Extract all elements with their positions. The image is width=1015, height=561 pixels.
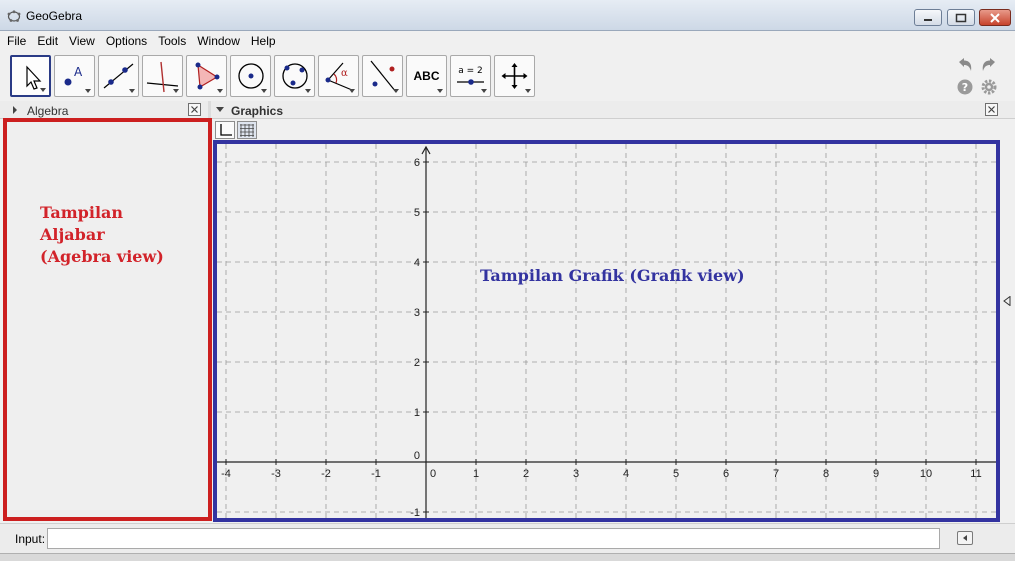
maximize-button[interactable] xyxy=(947,9,975,26)
graphics-view-header: Graphics xyxy=(211,101,1015,119)
svg-text:a = 2: a = 2 xyxy=(458,66,483,76)
coordinate-plane[interactable]: -4 -3 -2 -1 0 1 2 3 4 5 6 7 8 9 10 11 -1 0 1 2 3 4 5 6 xyxy=(217,144,996,518)
close-icon xyxy=(191,106,198,113)
toolbar: A α ABC a = 2 ? xyxy=(0,50,1015,100)
x-tick-label: 2 xyxy=(523,468,529,480)
x-tick-label: 11 xyxy=(970,468,981,480)
y-tick-label: 5 xyxy=(414,207,420,219)
title-bar: GeoGebra xyxy=(0,0,1015,31)
grid-icon xyxy=(240,124,254,137)
x-tick-label: 0 xyxy=(430,468,436,480)
text-icon: ABC xyxy=(413,69,440,83)
collapse-triangle-icon[interactable] xyxy=(216,107,224,113)
circle-three-points-tool[interactable] xyxy=(274,55,315,97)
x-tick-label: -2 xyxy=(321,468,331,480)
point-tool[interactable]: A xyxy=(54,55,95,97)
move-tool[interactable] xyxy=(10,55,51,97)
x-tick-label: -1 xyxy=(371,468,381,480)
menu-view[interactable]: View xyxy=(67,34,97,48)
graphics-close-button[interactable] xyxy=(985,103,998,116)
x-tick-label: 3 xyxy=(573,468,579,480)
x-tick-label: 10 xyxy=(920,468,932,480)
x-tick-label: 7 xyxy=(773,468,779,480)
y-tick-label: -1 xyxy=(410,507,420,518)
algebra-view-title: Algebra xyxy=(27,104,69,118)
svg-text:A: A xyxy=(74,65,83,79)
annotation-line: Tampilan xyxy=(40,203,124,222)
window-title: GeoGebra xyxy=(26,9,83,23)
input-field[interactable] xyxy=(47,528,940,549)
reflect-tool[interactable] xyxy=(362,55,403,97)
show-axes-toggle[interactable] xyxy=(215,121,235,139)
redo-icon[interactable] xyxy=(980,56,998,74)
close-icon xyxy=(988,106,995,113)
y-tick-label: 6 xyxy=(414,157,420,169)
input-label: Input: xyxy=(15,532,46,546)
annotation-line: Aljabar xyxy=(40,225,105,244)
window-bottom-edge xyxy=(0,553,1015,561)
text-tool[interactable]: ABC xyxy=(406,55,447,97)
geogebra-logo-icon xyxy=(7,10,21,22)
menu-help[interactable]: Help xyxy=(249,34,278,48)
input-bar: Input: xyxy=(0,523,1015,553)
menu-bar: File Edit View Options Tools Window Help xyxy=(0,31,1015,50)
y-tick-label: 2 xyxy=(414,357,420,369)
perpendicular-line-tool[interactable] xyxy=(142,55,183,97)
menu-edit[interactable]: Edit xyxy=(35,34,60,48)
menu-options[interactable]: Options xyxy=(104,34,149,48)
x-tick-label: 1 xyxy=(473,468,479,480)
x-tick-label: 8 xyxy=(823,468,829,480)
x-tick-label: 5 xyxy=(673,468,679,480)
polygon-tool[interactable] xyxy=(186,55,227,97)
algebra-view[interactable] xyxy=(3,118,212,521)
circle-tool[interactable] xyxy=(230,55,271,97)
algebra-view-annotation: Tampilan Aljabar (Agebra view) xyxy=(40,202,164,268)
algebra-close-button[interactable] xyxy=(188,103,201,116)
svg-text:?: ? xyxy=(962,81,968,94)
graphics-view-title: Graphics xyxy=(231,104,284,118)
expand-triangle-icon[interactable] xyxy=(12,106,18,114)
y-tick-label: 1 xyxy=(414,407,420,419)
slider-tool[interactable]: a = 2 xyxy=(450,55,491,97)
x-tick-label: 6 xyxy=(723,468,729,480)
close-icon xyxy=(990,12,1000,23)
graphics-view[interactable]: -4 -3 -2 -1 0 1 2 3 4 5 6 7 8 9 10 11 -1 0 1 2 3 4 5 6 xyxy=(213,140,1000,522)
close-button[interactable] xyxy=(979,9,1011,26)
annotation-line: (Agebra view) xyxy=(40,247,164,266)
menu-window[interactable]: Window xyxy=(195,34,242,48)
y-tick-label: 0 xyxy=(414,450,420,462)
maximize-icon xyxy=(955,13,967,22)
y-tick-label: 4 xyxy=(414,257,420,269)
algebra-view-header: Algebra xyxy=(0,101,208,119)
x-tick-label: -4 xyxy=(221,468,231,480)
axes-icon xyxy=(220,124,232,136)
chevron-left-icon[interactable] xyxy=(1003,296,1011,306)
graphics-view-annotation: Tampilan Grafik (Grafik view) xyxy=(480,266,745,285)
gear-icon[interactable] xyxy=(980,78,998,96)
y-tick-label: 3 xyxy=(414,307,420,319)
show-grid-toggle[interactable] xyxy=(237,121,257,139)
input-help-button[interactable] xyxy=(957,531,973,545)
minimize-button[interactable] xyxy=(914,9,942,26)
undo-icon[interactable] xyxy=(956,56,974,74)
menu-tools[interactable]: Tools xyxy=(156,34,188,48)
svg-text:α: α xyxy=(341,68,348,79)
chevron-left-icon xyxy=(963,535,967,541)
move-graphics-tool[interactable] xyxy=(494,55,535,97)
angle-tool[interactable]: α xyxy=(318,55,359,97)
line-tool[interactable] xyxy=(98,55,139,97)
minimize-icon xyxy=(924,18,932,21)
menu-file[interactable]: File xyxy=(5,34,28,48)
x-tick-label: -3 xyxy=(271,468,281,480)
help-icon[interactable]: ? xyxy=(956,78,974,96)
x-tick-label: 9 xyxy=(873,468,879,480)
x-tick-label: 4 xyxy=(623,468,629,480)
